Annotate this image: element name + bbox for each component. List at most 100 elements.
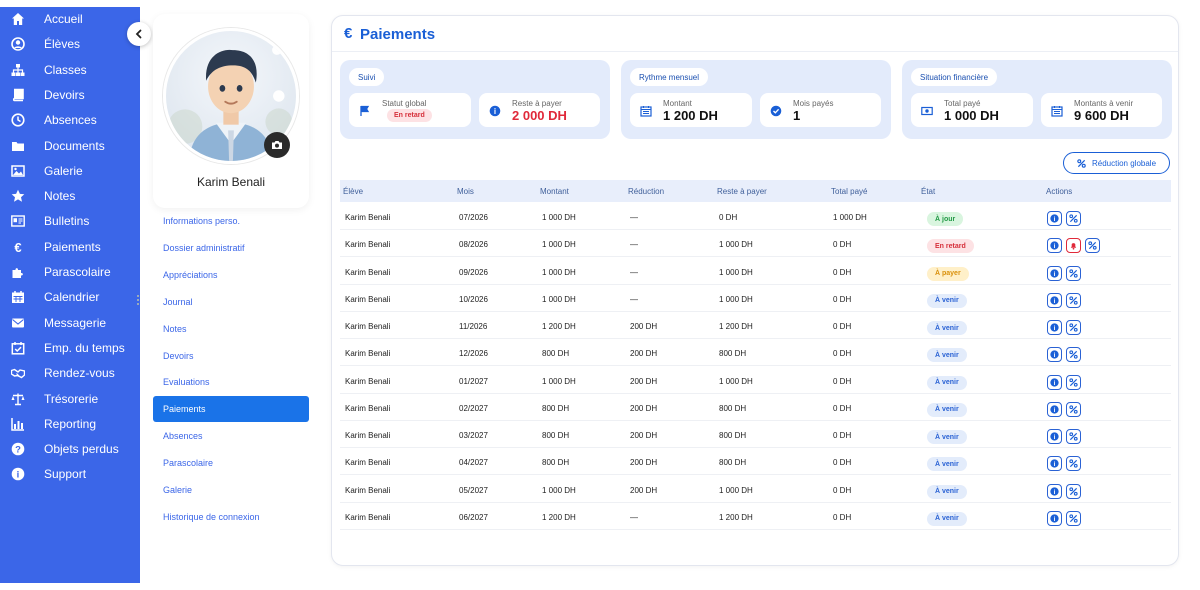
month-cell: 05/2027	[459, 485, 488, 495]
sidebar-item-label: Absences	[44, 113, 97, 128]
user-circle-icon	[10, 37, 26, 52]
percent-action-button[interactable]	[1066, 211, 1081, 226]
student-cell: Karim Benali	[345, 512, 391, 522]
global-discount-button[interactable]: Réduction globale	[1063, 152, 1170, 174]
sidebar-item-messagerie[interactable]: Messagerie	[0, 311, 140, 335]
bell-action-button[interactable]	[1066, 238, 1081, 254]
puzzle-icon	[10, 265, 26, 279]
sidebar-item-label: Devoirs	[44, 87, 85, 102]
info-action-button[interactable]: i	[1047, 347, 1062, 363]
sidebar-item-parascolaire[interactable]: Parascolaire	[0, 260, 140, 284]
column-header: Actions	[1046, 187, 1073, 196]
status-badge: À venir	[927, 430, 967, 444]
profile-menu-notes[interactable]: Notes	[153, 316, 309, 342]
profile-menu-dossier[interactable]: Dossier administratif	[153, 235, 309, 261]
sidebar-item-rendez-vous[interactable]: Rendez-vous	[0, 361, 140, 385]
sidebar-item-paiements[interactable]: € Paiements	[0, 235, 140, 259]
remaining-cell: 1 200 DH	[719, 322, 753, 331]
sidebar-item-label: Documents	[44, 138, 105, 153]
percent-action-button[interactable]	[1066, 429, 1081, 444]
collapse-sidebar-button[interactable]	[127, 22, 151, 46]
reduction-cell: 200 DH	[630, 403, 658, 413]
profile-menu-appreciations[interactable]: Appréciations	[153, 262, 309, 288]
reduction-cell: 200 DH	[630, 349, 658, 359]
sidebar-item-reporting[interactable]: Reporting	[0, 412, 140, 436]
sidebar-item-tresorerie[interactable]: Trésorerie	[0, 387, 140, 411]
global-status-label: Statut global	[382, 99, 427, 108]
sidebar-item-emploi-du-temps[interactable]: Emp. du temps	[0, 336, 140, 360]
paid-cell: 0 DH	[833, 403, 852, 413]
info-action-button[interactable]: i	[1047, 510, 1062, 526]
global-status-stat: Statut global En retard	[349, 93, 471, 127]
profile-menu-absences[interactable]: Absences	[153, 423, 309, 449]
sidebar-item-bulletins[interactable]: Bulletins	[0, 209, 140, 233]
percent-action-button[interactable]	[1066, 510, 1081, 526]
percent-action-button[interactable]	[1085, 238, 1100, 254]
percent-action-button[interactable]	[1066, 456, 1081, 472]
percent-action-button[interactable]	[1066, 292, 1081, 308]
info-icon: i	[1050, 377, 1059, 386]
percent-icon	[1069, 323, 1078, 332]
percent-action-button[interactable]	[1066, 320, 1081, 335]
sidebar-item-notes[interactable]: Notes	[0, 184, 140, 208]
info-action-button[interactable]: i	[1047, 483, 1062, 499]
sidebar-item-support[interactable]: i Support	[0, 462, 140, 486]
profile-menu-historique[interactable]: Historique de connexion	[153, 504, 309, 530]
info-action-button[interactable]: i	[1047, 401, 1062, 417]
sidebar-item-label: Paiements	[44, 239, 101, 254]
sidebar-item-absences[interactable]: Absences	[0, 108, 140, 132]
status-badge: À venir	[927, 348, 967, 363]
percent-action-button[interactable]	[1066, 483, 1081, 499]
remaining-cell: 800 DH	[719, 458, 747, 468]
info-action-button[interactable]: i	[1047, 211, 1062, 226]
percent-action-button[interactable]	[1066, 374, 1081, 390]
percent-action-button[interactable]	[1066, 401, 1081, 417]
profile-menu-galerie[interactable]: Galerie	[153, 477, 309, 503]
sidebar-item-eleves[interactable]: Élèves	[0, 32, 140, 56]
info-action-button[interactable]: i	[1047, 320, 1062, 335]
change-photo-button[interactable]	[264, 132, 290, 158]
info-action-button[interactable]: i	[1047, 238, 1062, 254]
percent-action-button[interactable]	[1066, 347, 1081, 363]
amount-cell: 1 200 DH	[542, 322, 576, 331]
profile-menu-parascolaire[interactable]: Parascolaire	[153, 450, 309, 476]
info-action-button[interactable]: i	[1047, 292, 1062, 308]
info-icon: i	[1050, 268, 1059, 277]
profile-menu-devoirs[interactable]: Devoirs	[153, 343, 309, 369]
info-icon: i	[1050, 323, 1059, 332]
scale-icon	[10, 392, 26, 406]
sidebar-item-devoirs[interactable]: Devoirs	[0, 83, 140, 107]
sidebar-item-classes[interactable]: Classes	[0, 58, 140, 82]
reduction-cell: —	[630, 512, 638, 522]
sidebar-item-galerie[interactable]: Galerie	[0, 159, 140, 183]
sidebar-item-accueil[interactable]: Accueil	[0, 7, 140, 31]
info-icon: i	[10, 467, 26, 481]
month-cell: 01/2027	[459, 376, 488, 386]
folder-icon	[10, 139, 26, 153]
month-cell: 04/2027	[459, 458, 488, 468]
info-action-button[interactable]: i	[1047, 265, 1062, 281]
amount-cell: 1 000 DH	[542, 485, 576, 495]
sidebar-item-calendrier[interactable]: Calendrier	[0, 285, 140, 309]
sidebar-item-objets-perdus[interactable]: ? Objets perdus	[0, 437, 140, 461]
profile-menu-journal[interactable]: Journal	[153, 289, 309, 315]
profile-menu-informations[interactable]: Informations perso.	[153, 208, 309, 234]
info-action-button[interactable]: i	[1047, 456, 1062, 472]
resize-handle[interactable]	[136, 293, 140, 305]
status-badge: À payer	[927, 266, 969, 281]
profile-menu-evaluations[interactable]: Evaluations	[153, 369, 309, 395]
svg-text:i: i	[1054, 352, 1056, 359]
profile-menu-paiements[interactable]: Paiements	[153, 396, 309, 423]
table-row: Karim Benali 06/2027 1 200 DH — 1 200 DH 0 DH…	[340, 503, 1171, 530]
info-action-button[interactable]: i	[1047, 429, 1062, 444]
remaining-cell: 1 000 DH	[719, 267, 753, 277]
percent-action-button[interactable]	[1066, 265, 1081, 281]
info-action-button[interactable]: i	[1047, 374, 1062, 390]
status-badge: À venir	[927, 321, 967, 335]
paid-cell: 0 DH	[833, 322, 852, 331]
amount-cell: 1 000 DH	[542, 213, 576, 222]
sidebar-item-documents[interactable]: Documents	[0, 134, 140, 158]
total-paid-label: Total payé	[944, 99, 981, 108]
remaining-cell: 800 DH	[719, 349, 747, 359]
months-paid-label: Mois payés	[793, 99, 834, 108]
